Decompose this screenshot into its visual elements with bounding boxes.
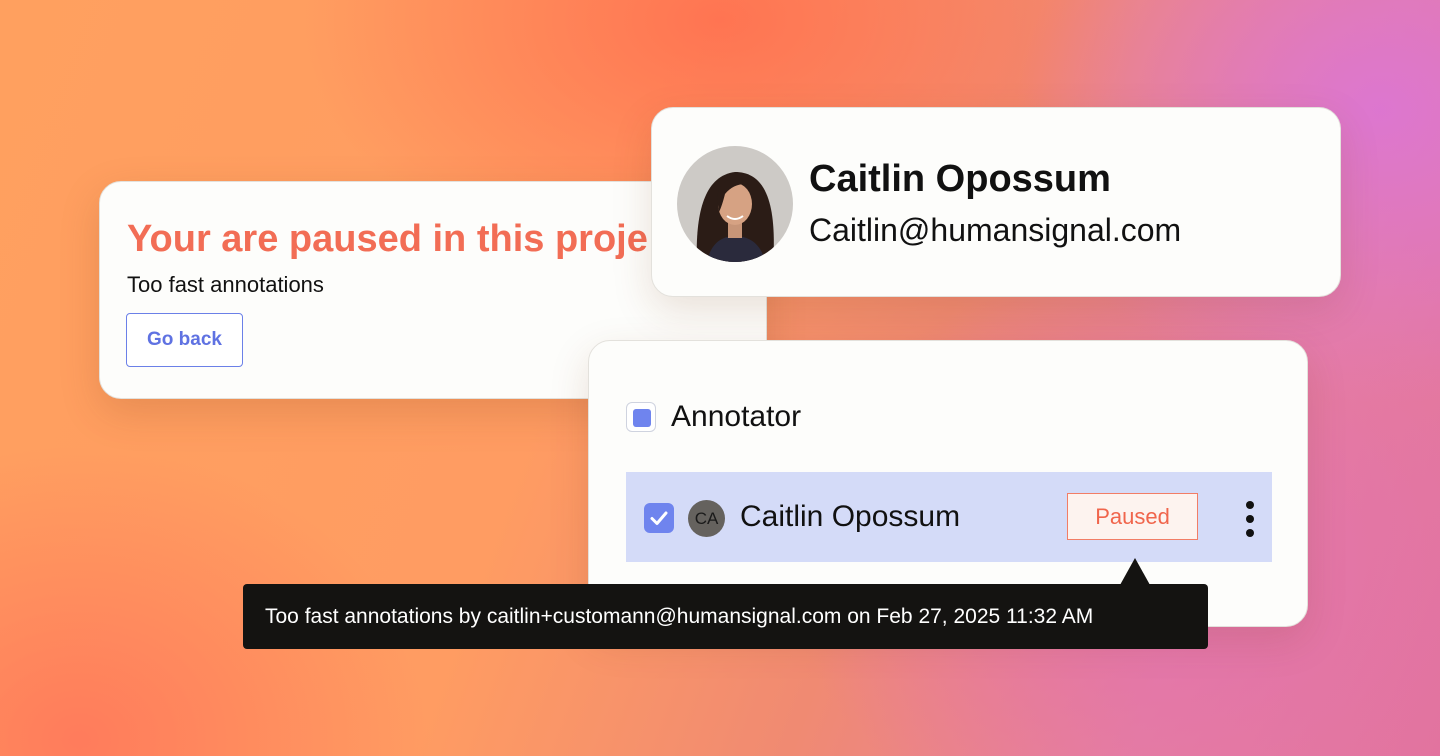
avatar bbox=[677, 146, 793, 262]
tooltip-arrow bbox=[1120, 558, 1150, 585]
vertical-dots-icon[interactable] bbox=[1239, 500, 1261, 538]
member-row[interactable]: CA Caitlin Opossum Paused bbox=[626, 472, 1272, 562]
checkmark-icon bbox=[650, 511, 668, 525]
go-back-button[interactable]: Go back bbox=[126, 313, 243, 367]
user-profile-card: Caitlin Opossum Caitlin@humansignal.com bbox=[651, 107, 1341, 297]
initials-avatar: CA bbox=[688, 500, 725, 537]
role-group-label: Annotator bbox=[671, 400, 802, 433]
pause-details-tooltip: Too fast annotations by caitlin+customan… bbox=[243, 558, 1208, 649]
tooltip-text: Too fast annotations by caitlin+customan… bbox=[265, 605, 1094, 628]
profile-email: Caitlin@humansignal.com bbox=[809, 212, 1182, 248]
member-name: Caitlin Opossum bbox=[740, 500, 961, 533]
indeterminate-icon bbox=[633, 409, 651, 427]
paused-reason: Too fast annotations bbox=[127, 272, 324, 297]
paused-status-badge[interactable]: Paused bbox=[1067, 493, 1198, 540]
profile-name: Caitlin Opossum bbox=[809, 158, 1111, 200]
group-select-checkbox[interactable] bbox=[626, 402, 656, 432]
member-select-checkbox[interactable] bbox=[644, 503, 674, 533]
paused-title: Your are paused in this proje bbox=[127, 218, 648, 260]
